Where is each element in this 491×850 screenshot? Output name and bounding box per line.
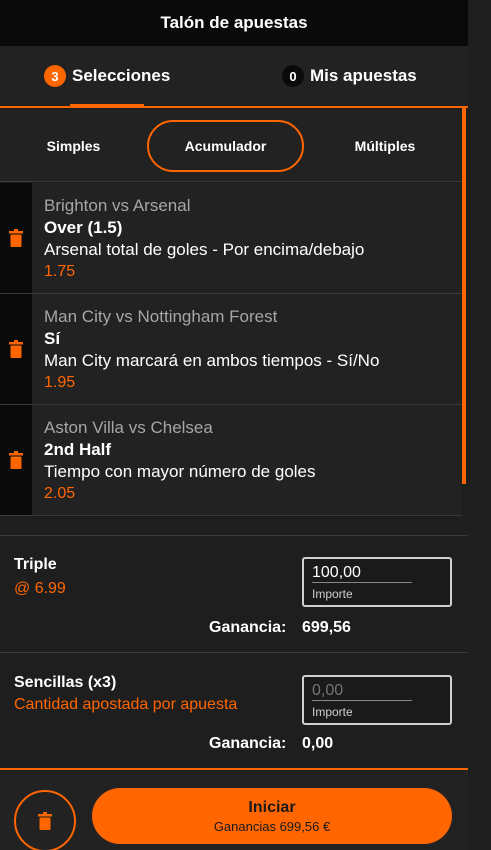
bet-type-selector: Simples Acumulador Múltiples (0, 110, 462, 182)
tab-selecciones-label: Selecciones (72, 66, 171, 85)
selection-match: Brighton vs Arsenal (44, 196, 191, 215)
tab-mis-apuestas-label: Mis apuestas (310, 66, 417, 85)
section-divider (0, 652, 468, 653)
tab-selecciones[interactable]: 3 Selecciones (44, 46, 170, 106)
singles-label: Sencillas (x3) (14, 674, 117, 691)
triple-odds: @ 6.99 (14, 580, 66, 597)
triple-gain-label: Ganancia: (209, 619, 287, 636)
selection-market: Man City marcará en ambos tiempos - Sí/N… (44, 351, 380, 370)
betslip-title: Talón de apuestas (160, 13, 308, 32)
selection-pick: 2nd Half (44, 440, 112, 459)
section-divider (0, 535, 468, 536)
triple-label: Triple (14, 556, 57, 573)
remove-selection-button[interactable] (0, 405, 32, 515)
trash-icon (9, 451, 23, 469)
selection-pick: Sí (44, 329, 61, 348)
trash-icon (9, 340, 23, 358)
betslip-footer: Iniciar Ganancias 699,56 € (0, 768, 468, 850)
triple-stake-input[interactable] (312, 563, 412, 583)
selection-market: Tiempo con mayor número de goles (44, 462, 316, 481)
singles-stake-field[interactable]: Importe (302, 675, 452, 725)
triple-stake-label: Importe (312, 587, 353, 601)
place-bet-button[interactable]: Iniciar Ganancias 699,56 € (92, 788, 452, 844)
selection-odds: 1.95 (44, 374, 76, 391)
selection-pick: Over (1.5) (44, 218, 123, 237)
selection-match: Aston Villa vs Chelsea (44, 418, 213, 437)
trash-icon (9, 229, 23, 247)
singles-gain-value: 0,00 (302, 735, 334, 752)
triple-gain-value: 699,56 (302, 619, 351, 636)
betslip-tabs: 3 Selecciones 0 Mis apuestas (0, 46, 468, 108)
bet-type-simples-button[interactable]: Simples (16, 120, 131, 172)
active-tab-indicator (70, 104, 144, 108)
selection-match: Man City vs Nottingham Forest (44, 307, 278, 326)
betslip-header: Talón de apuestas (0, 0, 468, 46)
remove-selection-button[interactable] (0, 294, 32, 404)
clear-betslip-button[interactable] (14, 790, 76, 850)
my-bets-count-badge: 0 (282, 65, 304, 87)
bet-type-acumulador-button[interactable]: Acumulador (147, 120, 304, 172)
selection-odds: 1.75 (44, 263, 76, 280)
selection-odds: 2.05 (44, 485, 76, 502)
triple-stake-field[interactable]: Importe (302, 557, 452, 607)
singles-sub: Cantidad apostada por apuesta (14, 696, 238, 713)
selection-item: Man City vs Nottingham Forest Sí Man Cit… (0, 294, 462, 405)
remove-selection-button[interactable] (0, 183, 32, 293)
selection-market: Arsenal total de goles - Por encima/deba… (44, 240, 365, 259)
potential-winnings: Ganancias 699,56 € (213, 818, 331, 834)
scroll-indicator (462, 108, 466, 484)
place-bet-label: Iniciar (248, 798, 296, 816)
singles-stake-label: Importe (312, 705, 353, 719)
selection-list: Brighton vs Arsenal Over (1.5) Arsenal t… (0, 183, 462, 516)
selection-item: Brighton vs Arsenal Over (1.5) Arsenal t… (0, 183, 462, 294)
selection-item: Aston Villa vs Chelsea 2nd Half Tiempo c… (0, 405, 462, 516)
selections-count-badge: 3 (44, 65, 66, 87)
singles-stake-input[interactable] (312, 681, 412, 701)
singles-gain-label: Ganancia: (209, 735, 287, 752)
trash-icon (38, 812, 52, 830)
bet-type-multiples-button[interactable]: Múltiples (326, 120, 444, 172)
tab-mis-apuestas[interactable]: 0 Mis apuestas (282, 46, 417, 106)
